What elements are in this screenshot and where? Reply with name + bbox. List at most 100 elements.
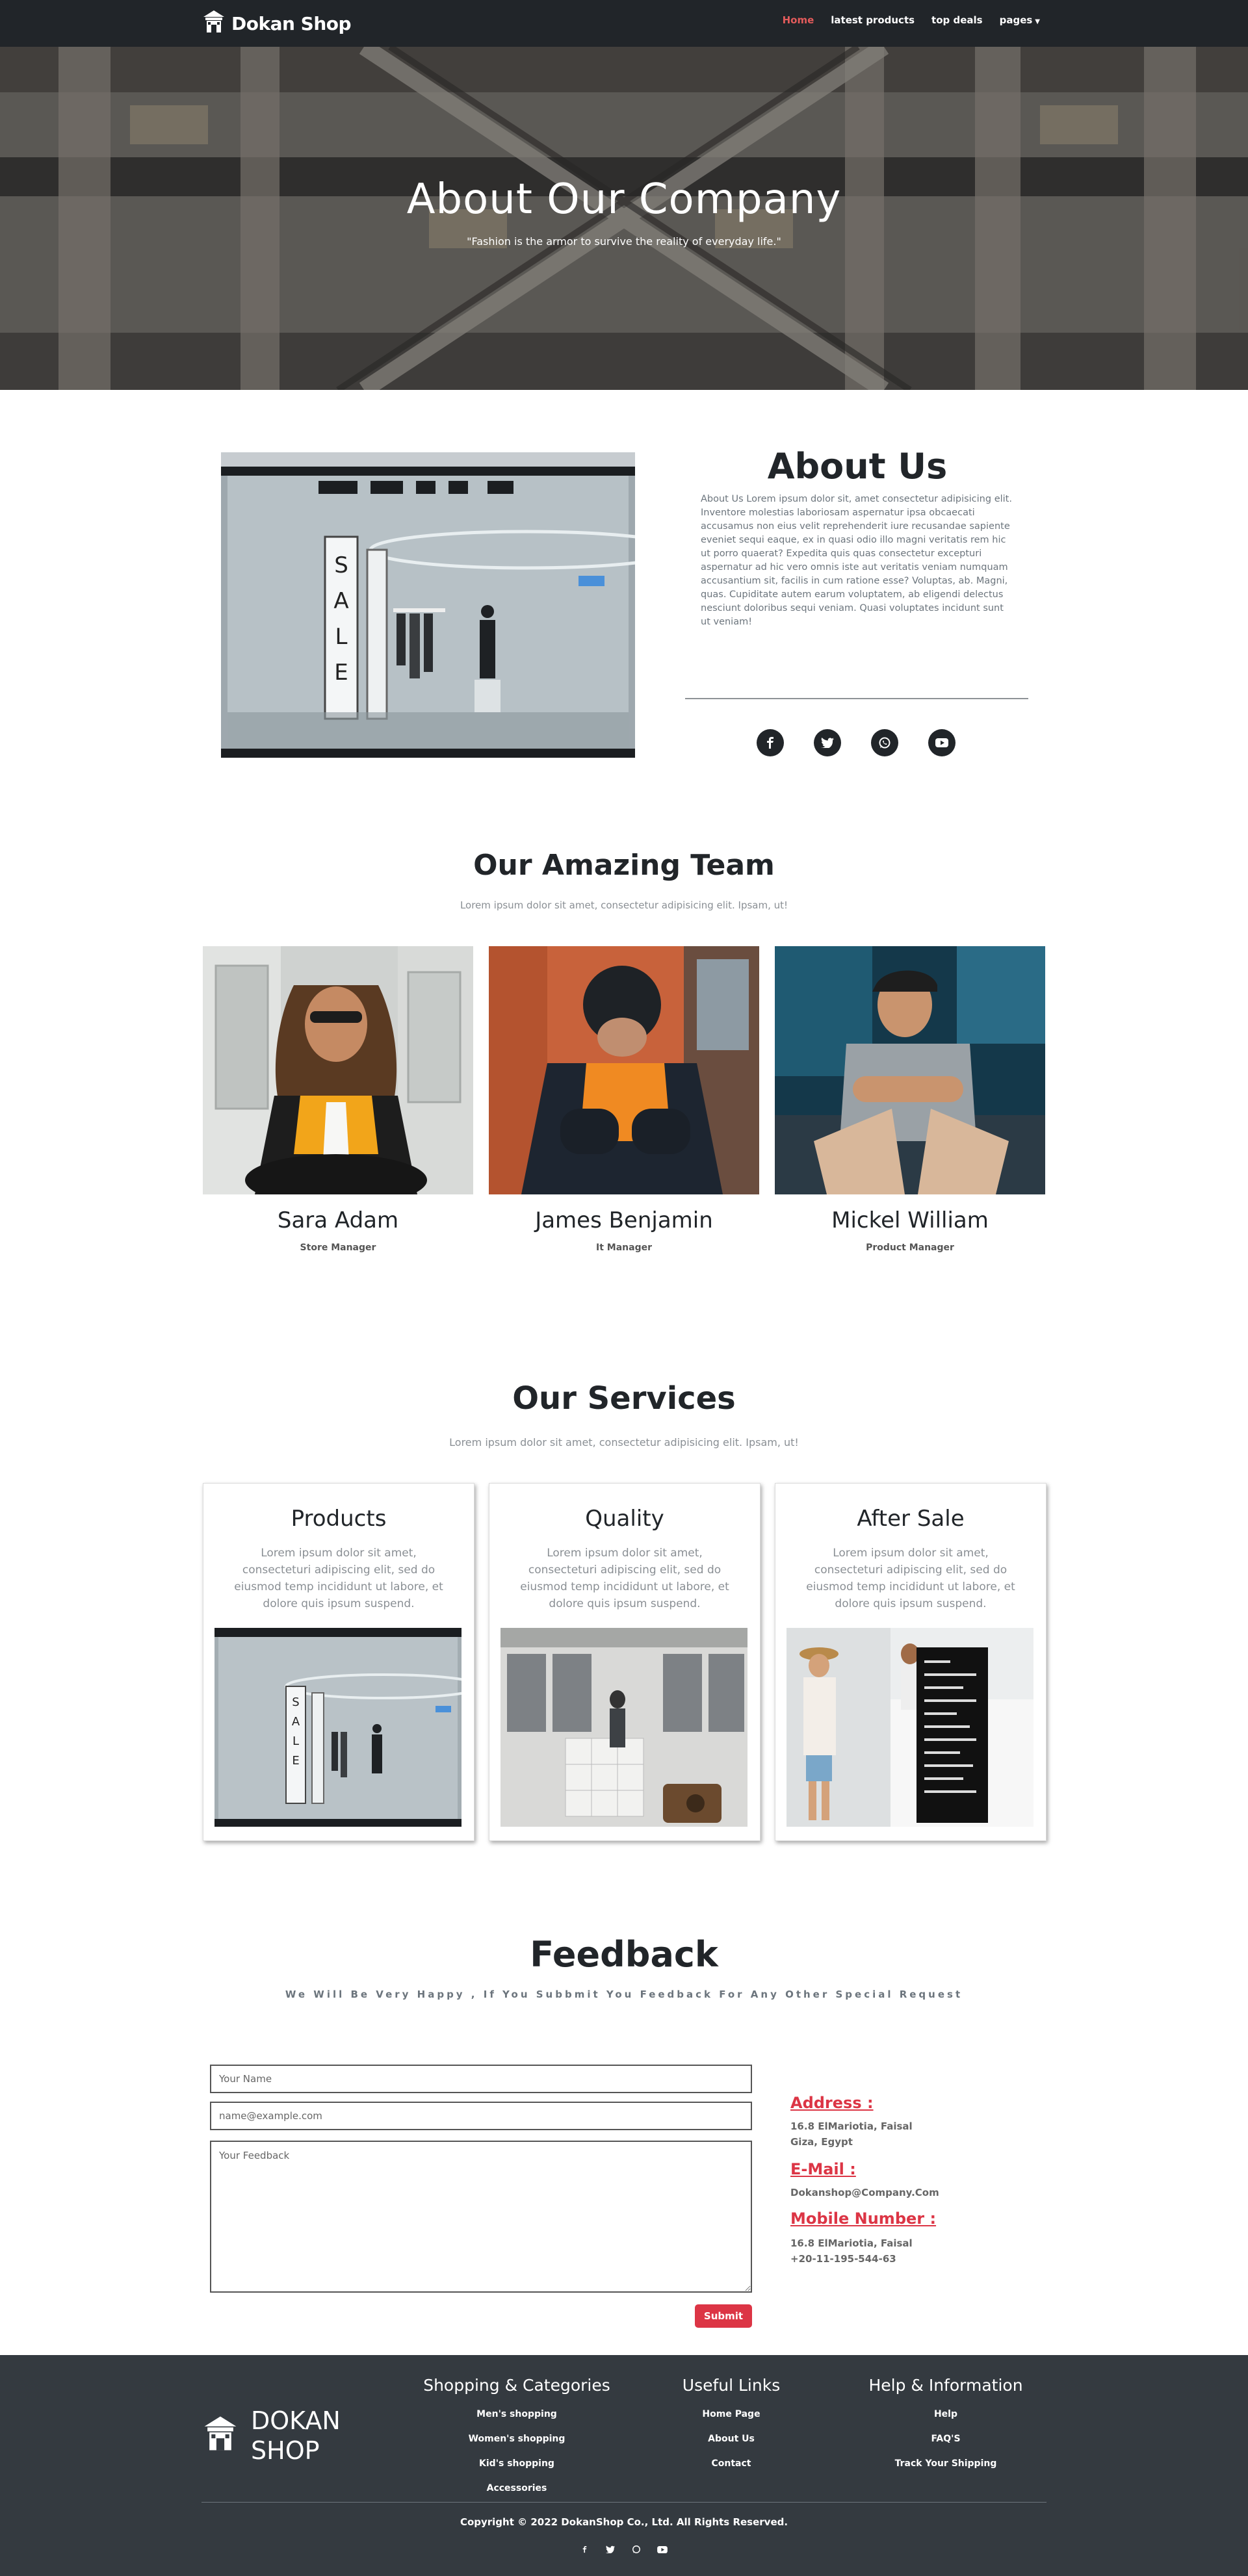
svg-text:A: A — [333, 588, 348, 614]
shop-icon — [202, 2414, 239, 2457]
youtube-icon[interactable] — [928, 729, 956, 756]
services-title: Our Services — [512, 1380, 736, 1417]
svg-text:E: E — [292, 1754, 299, 1768]
team-member-role: Product Manager — [866, 1243, 954, 1253]
about-title: About Us — [767, 446, 948, 487]
footer-social-links — [578, 2544, 668, 2555]
footer-col-title: Help & Information — [868, 2376, 1023, 2395]
svg-text:E: E — [334, 660, 348, 686]
about-social-links — [757, 729, 956, 756]
team-card: Mickel William Product Manager — [775, 946, 1045, 1253]
team-title: Our Amazing Team — [473, 849, 775, 882]
footer-link-about[interactable]: About Us — [673, 2434, 790, 2444]
nav-top-deals[interactable]: top deals — [931, 14, 983, 26]
service-title: Quality — [585, 1506, 664, 1532]
footer-col-help: Help & Information Help FAQ'S Track Your… — [864, 2376, 1027, 2483]
nav-pages-label: pages — [999, 14, 1033, 26]
name-field[interactable] — [210, 2065, 752, 2093]
team-card: James Benjamin It Manager — [489, 946, 759, 1253]
svg-text:S: S — [292, 1695, 299, 1709]
svg-text:A: A — [292, 1715, 300, 1729]
email-field[interactable] — [210, 2102, 752, 2130]
footer-link-womens[interactable]: Women's shopping — [422, 2434, 611, 2444]
about-text: About Us Lorem ipsum dolor sit, amet con… — [701, 494, 1012, 627]
service-text: Lorem ipsum dolor sit amet, consecteturi… — [520, 1547, 729, 1610]
address-label: Address : — [790, 2094, 874, 2112]
footer-link-mens[interactable]: Men's shopping — [422, 2409, 611, 2419]
svg-text:L: L — [292, 1734, 299, 1748]
whatsapp-icon[interactable] — [630, 2544, 642, 2555]
footer-col-useful-links: Useful Links Home Page About Us Contact — [673, 2376, 790, 2483]
service-title: After Sale — [857, 1506, 965, 1532]
footer-col-shopping: Shopping & Categories Men's shopping Wom… — [422, 2376, 611, 2508]
service-text: Lorem ipsum dolor sit amet, consecteturi… — [234, 1547, 443, 1610]
nav-links: Home latest products top deals pages ▼ — [783, 14, 1040, 26]
team-member-role: It Manager — [596, 1243, 652, 1253]
svg-text:L: L — [335, 624, 348, 650]
mobile-address-value: 16.8 ElMariotia, Faisal — [790, 2237, 913, 2249]
footer-logo-line2: SHOP — [251, 2436, 320, 2465]
caret-down-icon: ▼ — [1035, 18, 1040, 25]
youtube-icon[interactable] — [656, 2544, 668, 2555]
feedback-title: Feedback — [530, 1934, 718, 1975]
mobile-number-value: +20-11-195-544-63 — [790, 2253, 896, 2265]
feedback-textarea[interactable] — [210, 2141, 752, 2293]
address-value: 16.8 ElMariotia, Faisal Giza, Egypt — [790, 2120, 913, 2148]
shop-icon — [202, 9, 226, 38]
footer-link-help[interactable]: Help — [864, 2409, 1027, 2419]
facebook-icon[interactable] — [757, 729, 784, 756]
service-card-after-sale: After Sale Lorem ipsum dolor sit amet, c… — [775, 1483, 1046, 1841]
nav-latest-products[interactable]: latest products — [831, 14, 915, 26]
team-card: Sara Adam Store Manager — [203, 946, 473, 1253]
mobile-label: Mobile Number : — [790, 2209, 937, 2228]
footer-divider — [202, 2502, 1046, 2503]
footer-link-faq[interactable]: FAQ'S — [864, 2434, 1027, 2444]
feedback-subtitle: We Will Be Very Happy , If You Subbmit Y… — [285, 1989, 963, 2000]
footer: DOKAN SHOP Shopping & Categories Men's s… — [0, 2355, 1248, 2576]
email-value: Dokanshop@Company.Com — [790, 2187, 939, 2198]
brand-name: Dokan Shop — [231, 12, 352, 34]
hero-banner: About Our Company "Fashion is the armor … — [0, 47, 1248, 390]
service-card-products: Products Lorem ipsum dolor sit amet, con… — [203, 1483, 474, 1841]
footer-logo-line1: DOKAN — [251, 2406, 341, 2435]
navbar: Dokan Shop Home latest products top deal… — [0, 0, 1248, 47]
team-member-name: Sara Adam — [277, 1207, 399, 1233]
footer-col-title: Useful Links — [682, 2376, 781, 2395]
about-divider — [685, 698, 1028, 699]
services-subtitle: Lorem ipsum dolor sit amet, consectetur … — [449, 1436, 799, 1449]
footer-col-title: Shopping & Categories — [423, 2376, 610, 2395]
footer-link-kids[interactable]: Kid's shopping — [422, 2458, 611, 2469]
facebook-icon[interactable] — [578, 2544, 590, 2555]
store-window-image: S A L E — [221, 452, 635, 758]
hero-subtitle: "Fashion is the armor to survive the rea… — [467, 235, 781, 248]
twitter-icon[interactable] — [604, 2544, 616, 2555]
submit-button[interactable]: Submit — [695, 2304, 752, 2328]
team-member-name: Mickel William — [831, 1207, 989, 1233]
footer-link-contact[interactable]: Contact — [673, 2458, 790, 2469]
team-photo-sara — [203, 946, 473, 1194]
service-image-store-window: S A L E — [214, 1628, 462, 1827]
twitter-icon[interactable] — [814, 729, 841, 756]
svg-text:S: S — [334, 552, 348, 578]
team-member-name: James Benjamin — [535, 1207, 713, 1233]
hero-title: About Our Company — [406, 175, 842, 224]
footer-logo-text: DOKAN SHOP — [251, 2406, 341, 2466]
email-label: E-Mail : — [790, 2160, 856, 2178]
service-text: Lorem ipsum dolor sit amet, consecteturi… — [806, 1547, 1015, 1610]
footer-link-track-shipping[interactable]: Track Your Shipping — [864, 2458, 1027, 2469]
brand-logo[interactable]: Dokan Shop — [202, 8, 352, 39]
footer-link-home[interactable]: Home Page — [673, 2409, 790, 2419]
footer-logo[interactable]: DOKAN SHOP — [202, 2406, 341, 2466]
team-photo-mickel — [775, 946, 1045, 1194]
team-member-role: Store Manager — [300, 1243, 376, 1253]
service-title: Products — [291, 1506, 387, 1532]
team-subtitle: Lorem ipsum dolor sit amet, consectetur … — [460, 899, 788, 911]
service-image-cafe-counter — [786, 1628, 1034, 1827]
footer-link-accessories[interactable]: Accessories — [422, 2483, 611, 2493]
nav-home[interactable]: Home — [783, 14, 814, 26]
service-card-quality: Quality Lorem ipsum dolor sit amet, cons… — [489, 1483, 760, 1841]
whatsapp-icon[interactable] — [871, 729, 898, 756]
service-image-store-interior — [500, 1628, 748, 1827]
nav-pages-dropdown[interactable]: pages ▼ — [1000, 14, 1040, 26]
copyright-text: Copyright © 2022 DokanShop Co., Ltd. All… — [460, 2516, 788, 2528]
